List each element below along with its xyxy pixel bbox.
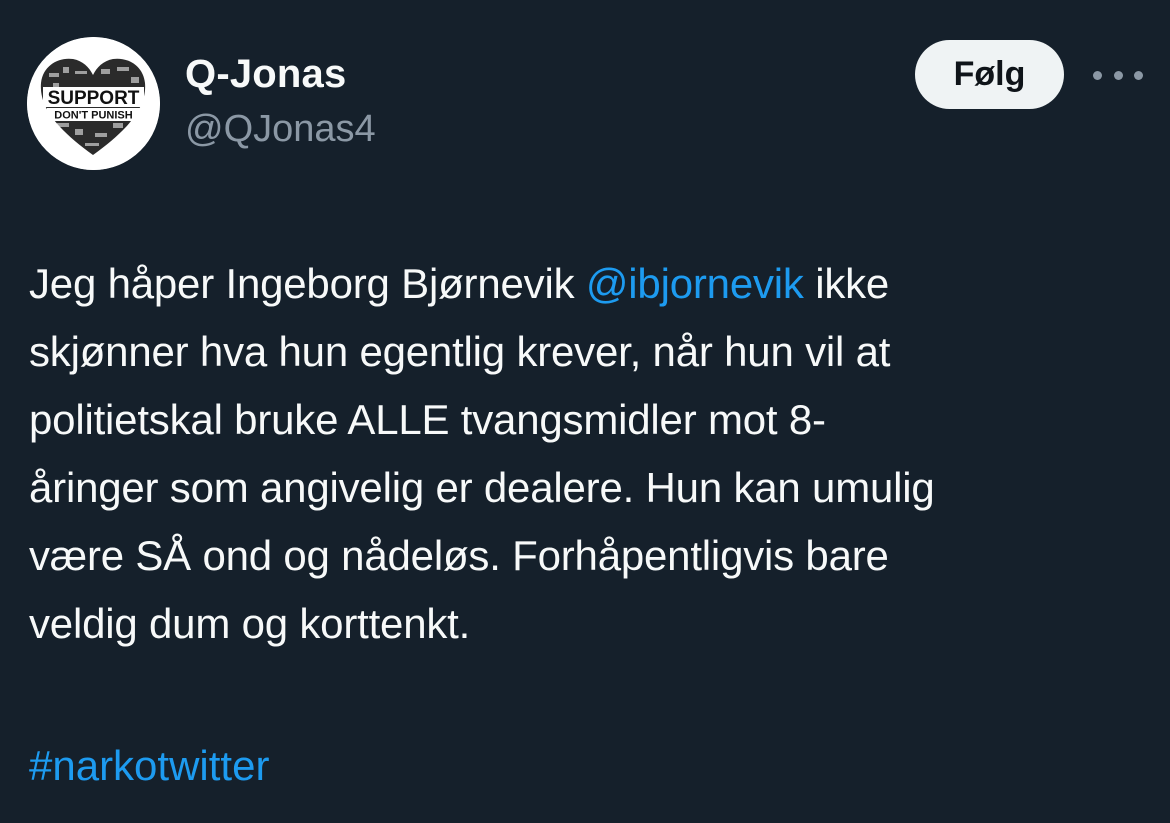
tweet-line: være SÅ ond og nådeløs. Forhåpentligvis … xyxy=(29,532,889,579)
more-horizontal-icon[interactable] xyxy=(1093,60,1143,90)
avatar[interactable]: SUPPORT DON'T PUNISH xyxy=(27,37,160,170)
tweet-header: SUPPORT DON'T PUNISH Q-Jonas @QJonas4 Fø… xyxy=(0,0,1170,190)
mention-link[interactable]: @ibjornevik xyxy=(586,260,804,307)
support-dont-punish-logo: SUPPORT DON'T PUNISH xyxy=(27,37,160,170)
tweet-text-segment: ikke xyxy=(803,260,890,307)
tweet-line: politietskal bruke ALLE tvangsmidler mot… xyxy=(29,396,826,443)
avatar-line1: SUPPORT xyxy=(48,88,140,109)
tweet-line: åringer som angivelig er dealere. Hun ka… xyxy=(29,464,935,511)
dot xyxy=(1113,70,1123,80)
display-name[interactable]: Q-Jonas xyxy=(185,52,346,97)
dot xyxy=(1093,70,1102,80)
tweet-line: Jeg håper Ingeborg Bjørnevik @ibjornevik… xyxy=(29,250,1149,318)
follow-button[interactable]: Følg xyxy=(915,40,1064,109)
hashtag-link[interactable]: #narkotwitter xyxy=(29,732,269,800)
tweet-line: skjønner hva hun egentlig krever, når hu… xyxy=(29,328,891,375)
tweet-text: Jeg håper Ingeborg Bjørnevik @ibjornevik… xyxy=(29,250,1149,658)
tweet-text-segment: Jeg håper Ingeborg Bjørnevik xyxy=(29,260,586,307)
user-handle[interactable]: @QJonas4 xyxy=(185,108,376,151)
dot xyxy=(1134,70,1143,80)
avatar-line2: DON'T PUNISH xyxy=(54,110,132,122)
tweet-line: veldig dum og korttenkt. xyxy=(29,600,471,647)
